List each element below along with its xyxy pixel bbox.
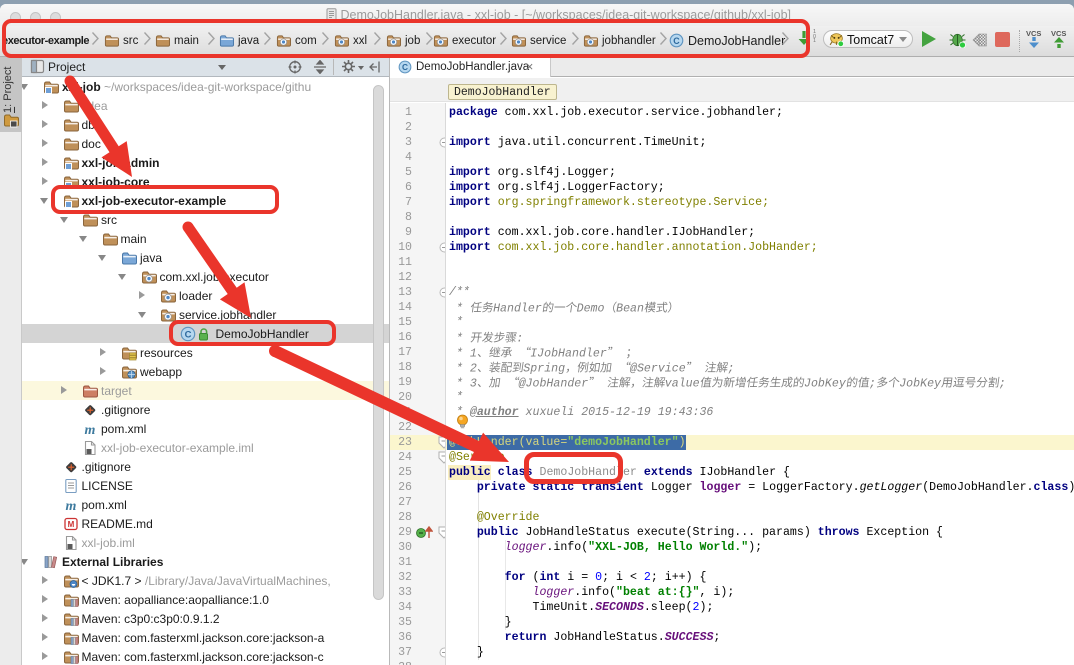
svg-text:;: ;: [728, 362, 735, 375]
svg-text:@JobHander: @JobHander: [519, 377, 589, 390]
svg-text:;: ;: [869, 377, 876, 390]
svg-text:;: ;: [999, 377, 1006, 390]
svg-text:* 2: * 2: [449, 362, 477, 375]
svg-text:m: m: [85, 423, 96, 437]
svg-text:Bean: Bean: [616, 302, 644, 315]
svg-text:IJobHandler: IJobHandler: [530, 347, 607, 360]
svg-text:C: C: [402, 62, 408, 72]
svg-text:@Service: @Service: [630, 362, 686, 375]
svg-text:Demo: Demo: [577, 302, 605, 315]
svg-text:Handler: Handler: [493, 302, 542, 315]
svg-text:Spring: Spring: [523, 362, 565, 375]
svg-text:M: M: [67, 520, 74, 529]
svg-text:*: *: [449, 332, 470, 345]
svg-text:JobKey: JobKey: [804, 377, 847, 390]
svg-text:m: m: [65, 499, 76, 513]
svg-text:value: value: [665, 377, 700, 390]
svg-text:*: *: [449, 302, 470, 315]
svg-text:* 1: * 1: [449, 347, 477, 360]
svg-text:JobKey: JobKey: [899, 377, 942, 390]
svg-text::: :: [516, 332, 523, 345]
svg-text:* 3: * 3: [449, 377, 477, 390]
